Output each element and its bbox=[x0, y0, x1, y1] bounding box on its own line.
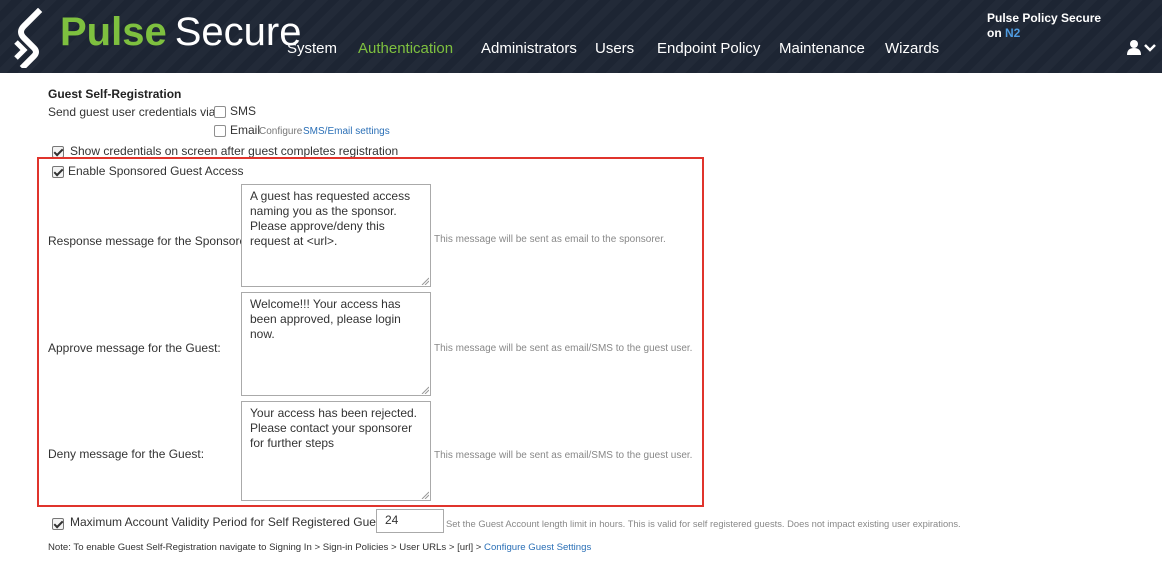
brand-secure: Secure bbox=[174, 10, 302, 54]
note-line: Note: To enable Guest Self-Registration … bbox=[48, 542, 591, 553]
approve-message-textarea[interactable]: Welcome!!! Your access has been approved… bbox=[241, 292, 431, 396]
product-info: Pulse Policy Secure on N2 bbox=[987, 11, 1101, 41]
deny-message-textarea[interactable]: Your access has been rejected. Please co… bbox=[241, 401, 431, 501]
max-validity-input[interactable]: 24 bbox=[376, 509, 444, 533]
approve-message-hint: This message will be sent as email/SMS t… bbox=[434, 343, 693, 354]
resize-grip-icon[interactable] bbox=[421, 277, 429, 285]
node-name[interactable]: N2 bbox=[1005, 26, 1020, 40]
enable-sponsored-checkbox[interactable] bbox=[52, 166, 64, 178]
email-checkbox[interactable] bbox=[214, 125, 226, 137]
sms-checkbox[interactable] bbox=[214, 106, 226, 118]
max-validity-label: Maximum Account Validity Period for Self… bbox=[70, 515, 395, 529]
brand-pulse: Pulse bbox=[60, 10, 167, 54]
user-menu-icon[interactable] bbox=[1126, 38, 1158, 58]
response-message-text: A guest has requested access naming you … bbox=[250, 189, 411, 248]
nav-endpoint-policy[interactable]: Endpoint Policy bbox=[657, 40, 760, 57]
deny-message-hint: This message will be sent as email/SMS t… bbox=[434, 450, 693, 461]
show-credentials-label: Show credentials on screen after guest c… bbox=[70, 144, 399, 158]
brand-logo[interactable]: Pulse Secure bbox=[60, 10, 301, 55]
note-text: Note: To enable Guest Self-Registration … bbox=[48, 542, 482, 553]
deny-message-label: Deny message for the Guest: bbox=[48, 447, 205, 461]
enable-sponsored-label: Enable Sponsored Guest Access bbox=[68, 164, 244, 178]
nav-authentication[interactable]: Authentication bbox=[358, 40, 453, 57]
max-validity-checkbox[interactable] bbox=[52, 518, 64, 530]
top-navigation-bar: Pulse Secure System Authentication Admini… bbox=[0, 0, 1162, 73]
product-on-label: on bbox=[987, 26, 1002, 40]
approve-message-label: Approve message for the Guest: bbox=[48, 341, 221, 355]
resize-grip-icon[interactable] bbox=[421, 386, 429, 394]
nav-users[interactable]: Users bbox=[595, 40, 634, 57]
email-label: Email bbox=[230, 123, 261, 137]
resize-grip-icon[interactable] bbox=[421, 491, 429, 499]
nav-maintenance[interactable]: Maintenance bbox=[779, 40, 865, 57]
sms-label: SMS bbox=[230, 104, 257, 118]
configure-guest-settings-link[interactable]: Configure Guest Settings bbox=[484, 542, 591, 553]
response-message-label: Response message for the Sponsorer: bbox=[48, 234, 254, 248]
max-validity-hint: Set the Guest Account length limit in ho… bbox=[446, 518, 961, 529]
response-message-hint: This message will be sent as email to th… bbox=[434, 234, 666, 245]
guest-registration-panel: Guest Self-Registration Send guest user … bbox=[0, 73, 1162, 561]
response-message-textarea[interactable]: A guest has requested access naming you … bbox=[241, 184, 431, 287]
pulse-logo-icon bbox=[14, 8, 43, 68]
configure-prefix: Configure bbox=[259, 126, 303, 137]
section-title: Guest Self-Registration bbox=[48, 87, 182, 101]
nav-wizards[interactable]: Wizards bbox=[885, 40, 939, 57]
sms-email-settings-link[interactable]: SMS/Email settings bbox=[303, 126, 390, 137]
approve-message-text: Welcome!!! Your access has been approved… bbox=[250, 297, 401, 341]
send-credentials-label: Send guest user credentials via: bbox=[48, 105, 219, 119]
nav-administrators[interactable]: Administrators bbox=[481, 40, 577, 57]
nav-system[interactable]: System bbox=[287, 40, 337, 57]
deny-message-text: Your access has been rejected. Please co… bbox=[250, 406, 417, 450]
product-name: Pulse Policy Secure bbox=[987, 11, 1102, 25]
